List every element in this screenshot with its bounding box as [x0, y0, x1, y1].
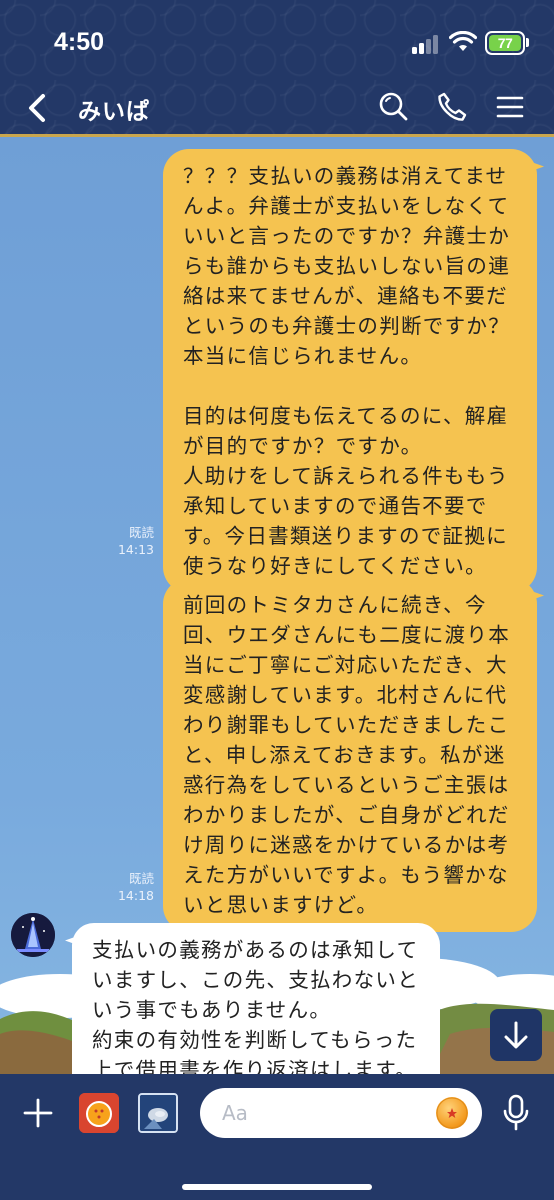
back-icon[interactable] — [24, 92, 50, 124]
wifi-icon — [449, 31, 477, 51]
message-meta: 既読 14:18 — [110, 870, 154, 904]
message-time: 14:18 — [117, 888, 154, 903]
mic-icon[interactable] — [502, 1094, 530, 1132]
scroll-to-bottom-button[interactable] — [490, 1009, 542, 1061]
read-receipt: 既読 — [128, 525, 154, 540]
menu-icon[interactable] — [494, 91, 526, 123]
plus-icon[interactable] — [22, 1097, 54, 1129]
contact-avatar[interactable] — [11, 913, 55, 957]
chat-title: みいぱ — [78, 99, 150, 125]
battery-level: 77 — [489, 35, 521, 51]
dragon-ball-icon — [436, 1097, 468, 1129]
home-indicator — [182, 1184, 372, 1190]
status-time: 4:50 — [54, 28, 105, 56]
call-icon[interactable] — [436, 91, 468, 123]
avatar-image — [11, 913, 55, 957]
header: 4:50 77 みいぱ — [0, 0, 554, 137]
photo-icon[interactable] — [138, 1093, 178, 1133]
search-icon[interactable] — [377, 91, 409, 123]
message-bubble-incoming[interactable]: 支払いの義務があるのは承知していますし、この先、支払わないという事でもありません… — [72, 923, 440, 1074]
sticker-icon[interactable] — [79, 1093, 119, 1133]
message-meta: 既読 14:13 — [110, 524, 154, 558]
chat-area[interactable]: 既読 14:13 ？？？支払いの義務は消えてませんよ。弁護士が支払いをしなくてい… — [0, 137, 554, 1074]
sticker-image — [79, 1093, 119, 1133]
emoji-icon[interactable] — [436, 1097, 468, 1129]
arrow-down-icon — [504, 1021, 528, 1049]
input-bar — [0, 1074, 554, 1200]
photo-image — [140, 1095, 176, 1131]
message-time: 14:13 — [117, 542, 154, 557]
battery-tip — [526, 38, 529, 47]
signal-icon — [412, 34, 442, 54]
battery-icon: 77 — [485, 31, 525, 55]
message-bubble-outgoing[interactable]: ？？？支払いの義務は消えてませんよ。弁護士が支払いをしなくていいと言ったのですか… — [163, 149, 537, 593]
message-bubble-outgoing[interactable]: 前回のトミタカさんに続き、今回、ウエダさんにも二度に渡り本当にご丁寧にご対応いた… — [163, 578, 537, 932]
nav-bar: みいぱ — [0, 88, 554, 134]
status-bar: 4:50 77 — [0, 0, 554, 88]
read-receipt: 既読 — [128, 871, 154, 886]
